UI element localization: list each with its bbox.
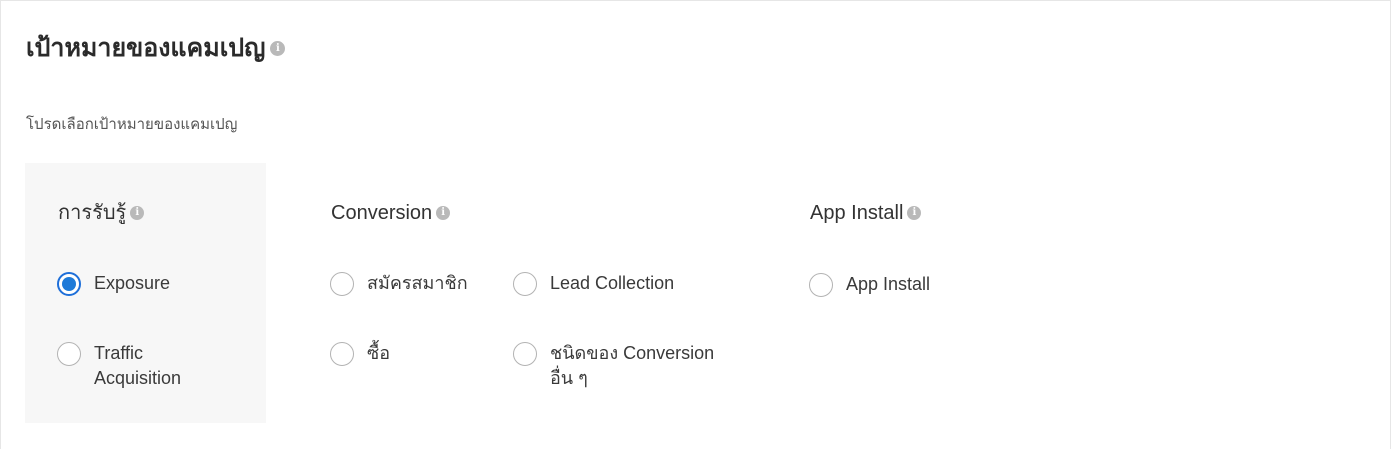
page-title-text: เป้าหมายของแคมเปญ [26,34,266,62]
option-label: App Install [846,274,931,294]
radio-button[interactable] [513,342,537,366]
radio-button[interactable] [809,273,833,297]
radio-button[interactable] [330,272,354,296]
radio-button[interactable] [513,272,537,296]
group-heading-awareness: การรับรู้ i [58,200,145,226]
option-other-conversion[interactable]: ชนิดของ Conversion อื่น ๆ [513,342,714,391]
option-label: Exposure [94,273,171,293]
group-heading-label: Conversion [331,202,433,224]
option-sign-up[interactable]: สมัครสมาชิก [330,272,468,296]
option-label: ชนิดของ Conversion อื่น ๆ [550,341,714,391]
option-label: Lead Collection [550,273,675,293]
group-heading-app-install: App Install i [810,200,922,226]
option-lead-collection[interactable]: Lead Collection [513,272,674,296]
info-icon[interactable]: i [130,206,145,220]
info-icon[interactable]: i [270,40,286,56]
campaign-objective-panel: เป้าหมายของแคมเปญ i โปรดเลือกเป้าหมายของ… [0,0,1391,449]
option-purchase[interactable]: ซื้อ [330,342,390,366]
radio-button[interactable] [57,342,81,366]
info-icon[interactable]: i [907,206,922,220]
option-label-line: Traffic [94,343,144,363]
option-label: สมัครสมาชิก [367,273,468,293]
group-heading-label: App Install [810,202,904,224]
radio-button-selected[interactable] [57,272,81,296]
option-label: ซื้อ [367,343,391,363]
option-exposure[interactable]: Exposure [57,272,170,296]
page-subtitle: โปรดเลือกเป้าหมายของแคมเปญ [26,116,238,133]
option-label: Traffic Acquisition [94,341,181,391]
group-heading-conversion: Conversion i [331,200,451,226]
page-title: เป้าหมายของแคมเปญ i [26,31,286,65]
info-icon[interactable]: i [436,206,451,220]
option-traffic-acquisition[interactable]: Traffic Acquisition [57,342,181,391]
group-heading-label: การรับรู้ [58,202,127,224]
option-label-line: ชนิดของ Conversion [550,343,715,363]
option-label-line: Acquisition [94,368,182,388]
option-app-install[interactable]: App Install [809,273,930,297]
radio-button[interactable] [330,342,354,366]
option-label-line: อื่น ๆ [550,368,588,388]
